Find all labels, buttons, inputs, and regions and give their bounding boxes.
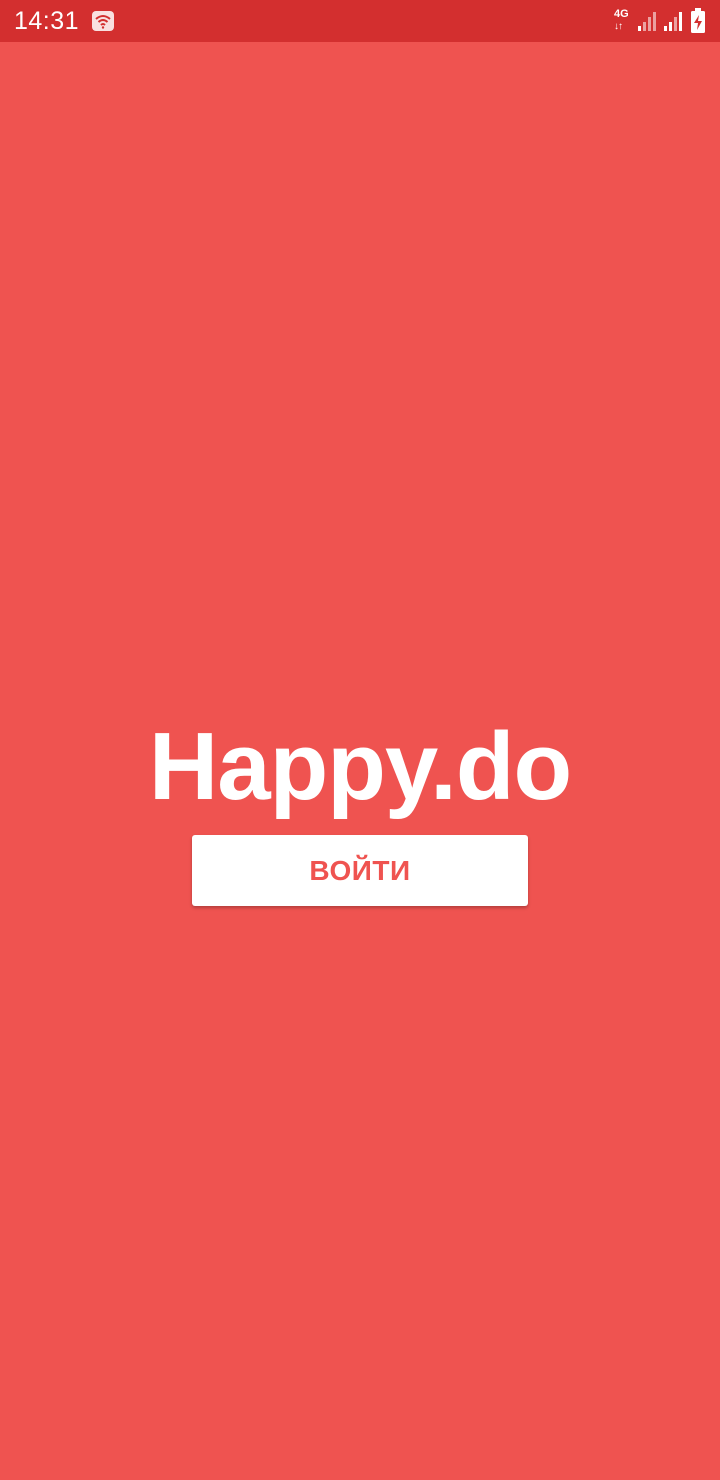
battery-charging-icon (690, 8, 706, 34)
data-activity-icon: ↓↑ (614, 21, 623, 32)
login-button[interactable]: ВОЙТИ (192, 835, 528, 906)
signal-icon (637, 10, 657, 32)
status-bar: 14:31 4G ↓↑ (0, 0, 720, 42)
network-type-label: 4G (614, 8, 629, 20)
signal-icon (663, 10, 683, 32)
network-type-indicator: 4G ↓↑ (612, 8, 634, 34)
wifi-icon (92, 11, 114, 31)
status-time: 14:31 (14, 7, 80, 35)
app-title: Happy.do (148, 713, 572, 820)
